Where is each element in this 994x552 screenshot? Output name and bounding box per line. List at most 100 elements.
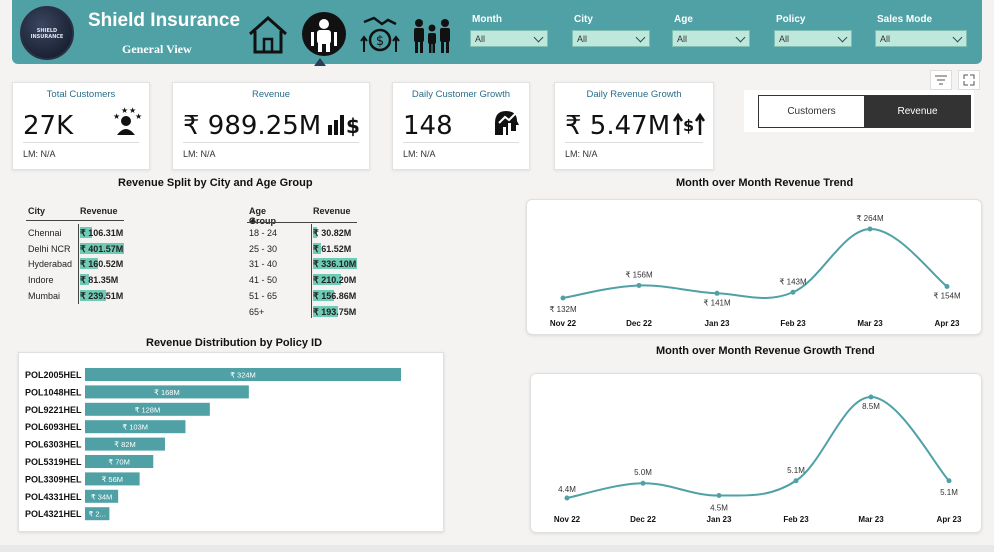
revenue-cell: ₹ 210.20M <box>313 275 357 286</box>
series-line <box>562 227 948 299</box>
x-axis-tick-label: Jan 23 <box>705 319 730 328</box>
family-icon[interactable] <box>410 12 454 56</box>
policy-bar-value-label: ₹ 324M <box>230 371 256 380</box>
kpi-last-month: LM: N/A <box>23 149 56 159</box>
data-point <box>946 478 952 484</box>
age-cell: 25 - 30 <box>249 243 278 254</box>
data-point <box>793 478 799 484</box>
kpi-value: 148 <box>403 111 453 141</box>
data-point <box>640 480 646 486</box>
city-dropdown-value: All <box>577 34 588 44</box>
svg-text:★: ★ <box>135 112 142 121</box>
filter-age-label: Age <box>674 14 693 25</box>
header-bar: SHIELD INSURANCE Shield Insurance Genera… <box>12 0 982 66</box>
chevron-down-icon <box>735 32 746 43</box>
city-age-section-title: Revenue Split by City and Age Group <box>118 177 313 189</box>
x-axis-tick-label: Mar 23 <box>858 515 884 524</box>
kpi-divider <box>23 142 139 143</box>
kpi-divider <box>565 142 703 143</box>
age-cell: 31 - 40 <box>249 259 278 270</box>
month-dropdown[interactable]: All <box>470 30 548 47</box>
kpi-last-month: LM: N/A <box>403 149 436 159</box>
revenue-toggle-button[interactable]: Revenue <box>864 95 971 128</box>
kpi-revenue: Revenue ₹ 989.25M LM: N/A $ <box>172 82 370 170</box>
kpi-value: 27K <box>23 111 74 141</box>
month-dropdown-value: All <box>475 34 486 44</box>
data-label: ₹ 154M <box>933 292 961 301</box>
policy-chart-title: Revenue Distribution by Policy ID <box>146 337 323 349</box>
growth-chart-title: Month over Month Revenue Growth Trend <box>656 345 875 357</box>
policy-bar-value-label: ₹ 2... <box>89 510 106 519</box>
x-axis-tick-label: Apr 23 <box>935 319 960 328</box>
svg-text:★: ★ <box>121 106 128 115</box>
x-axis-tick-label: Nov 22 <box>550 319 577 328</box>
head-growth-icon <box>495 111 519 135</box>
revenue-cell: ₹ 239.51M <box>80 290 124 301</box>
svg-text:$: $ <box>346 114 359 138</box>
x-axis-tick-label: Jan 23 <box>707 515 732 524</box>
filter-pane-button[interactable] <box>930 70 952 90</box>
city-cell: Chennai <box>28 228 62 238</box>
x-axis-tick-label: Apr 23 <box>937 515 962 524</box>
customers-toggle-button[interactable]: Customers <box>758 95 865 128</box>
filter-policy: Policy All <box>774 14 854 47</box>
kpi-title: Revenue <box>251 89 291 100</box>
x-axis-tick-label: Feb 23 <box>783 515 809 524</box>
policy-bar-value-label: ₹ 168M <box>154 388 180 397</box>
revenue-cell: ₹ 336.10M <box>313 259 357 270</box>
home-icon[interactable] <box>246 12 290 56</box>
kpi-last-month: LM: N/A <box>565 149 598 159</box>
data-point <box>636 282 642 288</box>
customers-icon[interactable] <box>302 12 346 56</box>
policy-id-label: POL4321HEL <box>25 509 82 519</box>
policy-dropdown[interactable]: All <box>774 30 852 47</box>
filter-sales-mode: Sales Mode All <box>875 14 967 47</box>
kpi-last-month: LM: N/A <box>183 149 216 159</box>
revenue-cell: ₹ 106.31M <box>80 228 124 238</box>
revenue-trend-line-chart: ₹ 132M Nov 22 ₹ 156M Dec 22 ₹ 141M Jan 23 ₹ 14… <box>549 214 961 328</box>
age-cell: 41 - 50 <box>249 275 278 286</box>
data-point <box>560 295 566 301</box>
city-cell: Mumbai <box>28 290 61 301</box>
kpi-value: ₹ 989.25M <box>183 111 322 141</box>
sales-mode-dropdown[interactable]: All <box>875 30 967 47</box>
data-label: 5.0M <box>634 468 652 477</box>
kpi-total-customers: Total Customers 27K LM: N/A ★ ★ ★ ★ <box>12 82 150 170</box>
revenue-icon[interactable]: $ <box>358 12 402 56</box>
filter-month-label: Month <box>472 14 502 25</box>
revenue-cell: ₹ 401.57M <box>80 243 124 254</box>
data-point <box>944 284 950 289</box>
trend-chart-panel: ₹ 132M Nov 22 ₹ 156M Dec 22 ₹ 141M Jan 23 ₹ 14… <box>526 199 982 335</box>
focus-mode-button[interactable] <box>958 70 980 90</box>
svg-text:$: $ <box>683 116 694 135</box>
nav-pointer <box>314 58 326 66</box>
revenue-cell: ₹ 30.82M <box>313 228 352 238</box>
policy-bar-value-label: ₹ 82M <box>114 440 135 449</box>
filter-policy-label: Policy <box>776 14 806 25</box>
sales-mode-dropdown-value: All <box>880 34 891 44</box>
kpi-title: Daily Revenue Growth <box>586 89 682 100</box>
x-axis-tick-label: Dec 22 <box>630 515 656 524</box>
policy-id-label: POL6303HEL <box>25 440 82 450</box>
revenue-cell: ₹ 156.86M <box>313 290 357 301</box>
age-cell: 51 - 65 <box>249 290 278 301</box>
data-label: 5.1M <box>940 488 958 497</box>
data-label: 8.5M <box>862 402 880 411</box>
revenue-cell: ₹ 193.75M <box>313 306 357 317</box>
filter-month: Month All <box>470 14 550 47</box>
data-label: ₹ 141M <box>703 298 731 307</box>
policy-id-label: POL2005HEL <box>25 370 82 380</box>
revenue-cell: ₹ 160.52M <box>80 259 124 270</box>
kpi-title: Total Customers <box>46 89 116 100</box>
policy-bar-value-label: ₹ 56M <box>102 475 123 484</box>
series-line <box>566 395 950 499</box>
city-cell: Indore <box>28 275 54 286</box>
kpi-daily-customer-growth: Daily Customer Growth 148 LM: N/A <box>392 82 530 170</box>
policy-bar-value-label: ₹ 103M <box>122 423 148 432</box>
city-dropdown[interactable]: All <box>572 30 650 47</box>
table-header-rule <box>247 222 357 223</box>
revenue-column-header: Revenue <box>313 206 351 216</box>
age-dropdown[interactable]: All <box>672 30 750 47</box>
data-label: ₹ 143M <box>779 277 807 286</box>
city-cell: Delhi NCR <box>28 243 71 254</box>
